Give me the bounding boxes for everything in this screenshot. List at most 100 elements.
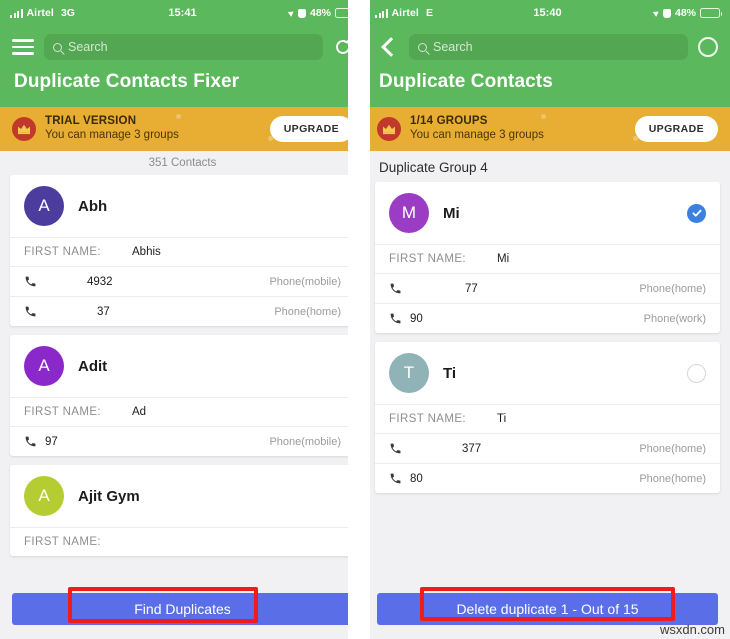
contact-header: A Ajit Gym (10, 465, 355, 527)
right-phone-screen: Airtel E 15:40 48% Search Duplicate Cont… (365, 0, 730, 639)
crown-icon (377, 117, 401, 141)
phone-type: Phone(home) (274, 305, 341, 318)
screen-divider (348, 0, 370, 639)
trial-banner: TRIAL VERSION You can manage 3 groups UP… (0, 107, 365, 151)
nav-bar: Search (0, 26, 365, 64)
phone-type: Phone(mobile) (269, 435, 341, 448)
upgrade-button[interactable]: UPGRADE (634, 116, 718, 142)
avatar: T (389, 353, 429, 393)
battery-percent-label: 48% (309, 7, 331, 19)
groups-banner-title: 1/14 GROUPS (410, 115, 488, 128)
contact-header: T Ti (375, 342, 720, 404)
list-item[interactable]: T Ti FIRST NAME: Ti 377 Phone(home) 80 P… (375, 342, 720, 493)
lock-icon (297, 8, 306, 18)
upgrade-button[interactable]: UPGRADE (269, 116, 353, 142)
phone-type: Phone(home) (639, 282, 706, 295)
left-phone-screen: Airtel 3G 15:41 48% Search Duplicate Con… (0, 0, 365, 639)
phone-icon (389, 442, 404, 455)
status-bar-right: 48% (287, 7, 357, 19)
phone-icon (24, 275, 39, 288)
phone-type: Phone(work) (643, 312, 706, 325)
battery-percent-label: 48% (674, 7, 696, 19)
phone-number: 80 (410, 472, 423, 485)
groups-banner: 1/14 GROUPS You can manage 3 groups UPGR… (365, 107, 730, 151)
phone-number: 97 (45, 435, 58, 448)
trial-banner-title: TRIAL VERSION (45, 115, 137, 128)
avatar: A (24, 346, 64, 386)
back-chevron-icon[interactable] (377, 36, 399, 58)
list-item[interactable]: M Mi FIRST NAME: Mi 77 Phone(home) 90 Ph… (375, 182, 720, 333)
phone-row: 77 Phone(home) (375, 273, 720, 303)
list-item[interactable]: A Abh FIRST NAME: Abhis 4932 Phone(mobil… (10, 175, 355, 326)
hamburger-menu-icon[interactable] (12, 39, 34, 55)
status-bar: Airtel E 15:40 48% (365, 0, 730, 26)
phone-type: Phone(home) (639, 472, 706, 485)
location-arrow-icon (652, 9, 661, 17)
first-name-label: FIRST NAME: (389, 413, 467, 425)
phone-row: 97 Phone(mobile) (10, 426, 355, 456)
contact-name: Mi (443, 204, 460, 222)
phone-icon (389, 312, 404, 325)
contact-header: M Mi (375, 182, 720, 244)
status-bar: Airtel 3G 15:41 48% (0, 0, 365, 26)
phone-number: 37 (97, 305, 110, 318)
lock-icon (662, 8, 671, 18)
phone-type: Phone(mobile) (269, 275, 341, 288)
first-name-label: FIRST NAME: (24, 536, 102, 548)
phone-number: 90 (410, 312, 423, 325)
first-name-value: Ti (497, 413, 507, 425)
search-input[interactable]: Search (44, 34, 323, 60)
contact-name: Abh (78, 197, 108, 215)
contact-header: A Abh (10, 175, 355, 237)
search-input[interactable]: Search (409, 34, 688, 60)
search-icon (418, 42, 427, 52)
list-item[interactable]: A Adit FIRST NAME: Ad 97 Phone(mobile) (10, 335, 355, 456)
list-item[interactable]: A Ajit Gym FIRST NAME: (10, 465, 355, 556)
groups-banner-text: 1/14 GROUPS You can manage 3 groups (410, 115, 544, 142)
first-name-label: FIRST NAME: (389, 253, 467, 265)
phone-icon (24, 305, 39, 318)
status-bar-right: 48% (652, 7, 722, 19)
watermark: wsxdn.com (659, 622, 725, 637)
contact-unselected-checkbox[interactable] (687, 363, 706, 383)
phone-row: 80 Phone(home) (375, 463, 720, 493)
first-name-value: Abhis (132, 246, 161, 258)
trial-banner-subtitle: You can manage 3 groups (45, 129, 179, 141)
contacts-list[interactable]: A Abh FIRST NAME: Abhis 4932 Phone(mobil… (0, 175, 365, 639)
first-name-row: FIRST NAME: Abhis (10, 237, 355, 266)
phone-number: 77 (465, 282, 478, 295)
first-name-row: FIRST NAME: Ad (10, 397, 355, 426)
trial-banner-text: TRIAL VERSION You can manage 3 groups (45, 115, 179, 142)
page-title: Duplicate Contacts Fixer (0, 64, 365, 107)
avatar: A (24, 476, 64, 516)
contact-selected-checkbox[interactable] (687, 203, 706, 223)
phone-row: 377 Phone(home) (375, 433, 720, 463)
dual-screenshot-container: Airtel 3G 15:41 48% Search Duplicate Con… (0, 0, 730, 639)
bottom-action-bar: Find Duplicates (0, 583, 365, 639)
first-name-value: Mi (497, 253, 510, 265)
contact-name: Ajit Gym (78, 487, 140, 505)
location-arrow-icon (287, 9, 296, 17)
contact-header: A Adit (10, 335, 355, 397)
duplicate-group-label: Duplicate Group 4 (365, 151, 730, 182)
phone-number: 4932 (87, 275, 113, 288)
first-name-row: FIRST NAME: (10, 527, 355, 556)
battery-icon (700, 8, 722, 18)
contact-name: Adit (78, 357, 108, 375)
contacts-count-label: 351 Contacts (0, 151, 365, 175)
first-name-label: FIRST NAME: (24, 406, 102, 418)
phone-row: 4932 Phone(mobile) (10, 266, 355, 296)
phone-type: Phone(home) (639, 442, 706, 455)
delete-duplicate-button[interactable]: Delete duplicate 1 - Out of 15 (377, 593, 718, 625)
search-placeholder: Search (68, 40, 108, 54)
page-title: Duplicate Contacts (365, 64, 730, 107)
avatar: A (24, 186, 64, 226)
duplicate-contacts-list[interactable]: M Mi FIRST NAME: Mi 77 Phone(home) 90 Ph… (365, 182, 730, 639)
avatar: M (389, 193, 429, 233)
crown-icon (12, 117, 36, 141)
phone-row: 90 Phone(work) (375, 303, 720, 333)
phone-icon (389, 282, 404, 295)
contact-name: Ti (443, 364, 457, 382)
find-duplicates-button[interactable]: Find Duplicates (12, 593, 353, 625)
circle-outline-icon[interactable] (698, 37, 718, 57)
